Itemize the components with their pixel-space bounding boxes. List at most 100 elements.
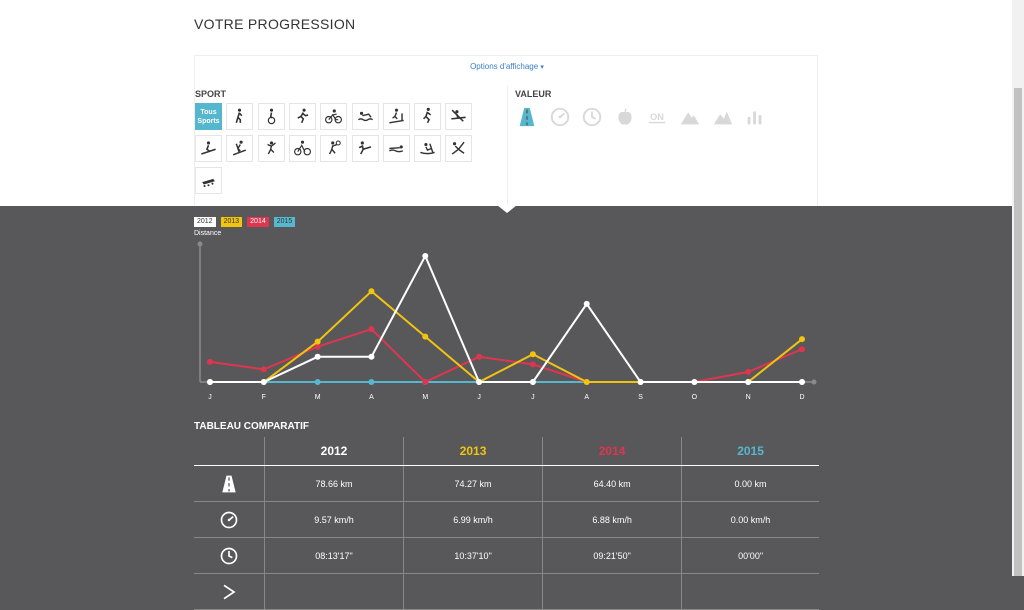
table-cell: 74.27 km <box>403 465 543 502</box>
rowing-icon <box>420 142 435 155</box>
svg-text:ON: ON <box>651 112 665 122</box>
x-tick-label: J <box>208 394 212 401</box>
table-title: TABLEAU COMPARATIF <box>194 421 309 432</box>
point-2013-7[interactable] <box>583 379 590 385</box>
table-cell: 78.66 km <box>263 465 404 502</box>
snowboard-sport-button[interactable] <box>195 135 222 162</box>
point-2014-4[interactable] <box>422 379 429 385</box>
scrollbar-thumb[interactable] <box>1014 88 1022 576</box>
walking-icon <box>235 108 243 124</box>
table-cell: 9.57 km/h <box>263 501 404 538</box>
on-value-button[interactable]: ON <box>645 105 669 129</box>
rowing-sport-button[interactable] <box>414 135 442 162</box>
point-2012-7[interactable] <box>583 300 590 307</box>
point-2014-10[interactable] <box>745 368 752 375</box>
x-tick-label: D <box>799 394 804 401</box>
point-2014-5[interactable] <box>476 353 483 360</box>
ski-sport-button[interactable] <box>226 135 254 162</box>
point-2012-10[interactable] <box>745 379 752 385</box>
options-toggle-label: Options d'affichage <box>470 62 539 71</box>
x-tick-label: F <box>262 394 266 401</box>
table-cell: 6.99 km/h <box>403 501 543 538</box>
swim-crawl-icon <box>388 145 403 153</box>
point-2012-0[interactable] <box>207 379 213 385</box>
table-corner-header <box>194 437 265 466</box>
running-icon <box>297 108 309 124</box>
point-2014-1[interactable] <box>260 366 267 373</box>
running-sport-button[interactable] <box>288 103 316 130</box>
point-2012-5[interactable] <box>476 379 483 385</box>
point-2014-11[interactable] <box>799 346 805 353</box>
point-2012-4[interactable] <box>422 253 429 259</box>
climbing-sport-button[interactable] <box>257 135 285 162</box>
snowboard-icon <box>201 141 216 155</box>
altitude-down-value-button[interactable] <box>711 105 735 129</box>
altitude-up-value-button[interactable] <box>678 105 702 129</box>
caret-down-icon: ▾ <box>540 64 544 71</box>
tennis-sport-button[interactable] <box>320 135 348 162</box>
point-2012-8[interactable] <box>637 379 644 385</box>
scrollbar[interactable] <box>1012 0 1024 576</box>
table-cell <box>403 573 543 610</box>
calories-icon <box>618 108 632 125</box>
bike-icon <box>325 109 343 124</box>
swimming-sport-button[interactable] <box>351 103 379 130</box>
legend-item-2015[interactable]: 2015 <box>273 217 296 227</box>
treadmill-icon <box>389 108 404 124</box>
point-2012-11[interactable] <box>799 379 805 385</box>
point-2013-6[interactable] <box>529 351 536 358</box>
point-2012-3[interactable] <box>368 353 375 360</box>
martial-arts-sport-button[interactable] <box>351 135 379 162</box>
distance-icon <box>519 107 535 127</box>
kayak-sport-button[interactable] <box>445 103 473 130</box>
table-cell <box>263 573 404 610</box>
legend-item-2012[interactable]: 2012 <box>194 217 216 227</box>
distance-icon <box>222 475 236 492</box>
martial-arts-icon <box>358 141 371 155</box>
swim-crawl-sport-button[interactable] <box>382 135 410 162</box>
point-2012-6[interactable] <box>529 379 536 385</box>
stats-value-button[interactable] <box>743 105 767 129</box>
table-cell: 64.40 km <box>542 465 682 502</box>
point-2014-0[interactable] <box>207 358 213 365</box>
table-cell <box>542 573 682 610</box>
treadmill-sport-button[interactable] <box>382 103 410 130</box>
options-header: VOTRE PROGRESSION Options d'affichage ▾ … <box>0 0 1012 206</box>
distance-value-button[interactable] <box>515 105 539 129</box>
point-2012-1[interactable] <box>260 379 267 385</box>
point-2013-4[interactable] <box>422 333 429 340</box>
point-2015-2[interactable] <box>314 379 321 385</box>
point-2014-3[interactable] <box>368 326 375 333</box>
walking-sport-button[interactable] <box>226 103 254 130</box>
page-title: VOTRE PROGRESSION <box>194 16 356 32</box>
speed-icon <box>220 511 238 528</box>
bike-sport-button[interactable] <box>320 103 348 130</box>
point-2014-6[interactable] <box>529 361 536 368</box>
point-2012-9[interactable] <box>691 379 698 385</box>
cycling-sport-button[interactable] <box>257 103 285 130</box>
point-2015-3[interactable] <box>368 379 375 385</box>
duration-icon <box>583 107 602 127</box>
point-2013-3[interactable] <box>368 288 375 295</box>
legend-item-2014[interactable]: 2014 <box>247 217 269 227</box>
point-2012-2[interactable] <box>314 353 321 360</box>
x-tick-label: M <box>422 394 428 401</box>
duration-value-button[interactable] <box>580 105 604 129</box>
legend-item-2013[interactable]: 2013 <box>220 217 243 227</box>
table-cell: 6.88 km/h <box>542 501 682 538</box>
altitude-down-icon <box>713 111 732 125</box>
rollerblade-sport-button[interactable] <box>195 167 222 194</box>
table-cell <box>681 573 819 610</box>
all-sports-button[interactable]: Tous Sports <box>195 103 222 130</box>
yoga-sport-button[interactable] <box>445 135 473 162</box>
options-toggle[interactable]: Options d'affichage ▾ <box>195 62 819 71</box>
point-2013-11[interactable] <box>799 336 805 343</box>
calories-value-button[interactable] <box>613 105 637 129</box>
speed-value-button[interactable] <box>548 105 572 129</box>
row-icon-cell <box>194 537 265 574</box>
skating-sport-button[interactable] <box>414 103 442 130</box>
comparison-table: 2012 2013 2014 2015 78.66 km 74.27 km 64.40 k… <box>194 437 819 610</box>
mountain-bike-sport-button[interactable] <box>288 135 316 162</box>
point-2013-2[interactable] <box>314 338 321 345</box>
table-row: 08:13'17" 10:37'10" 09:21'50" 00'00" <box>194 537 819 574</box>
